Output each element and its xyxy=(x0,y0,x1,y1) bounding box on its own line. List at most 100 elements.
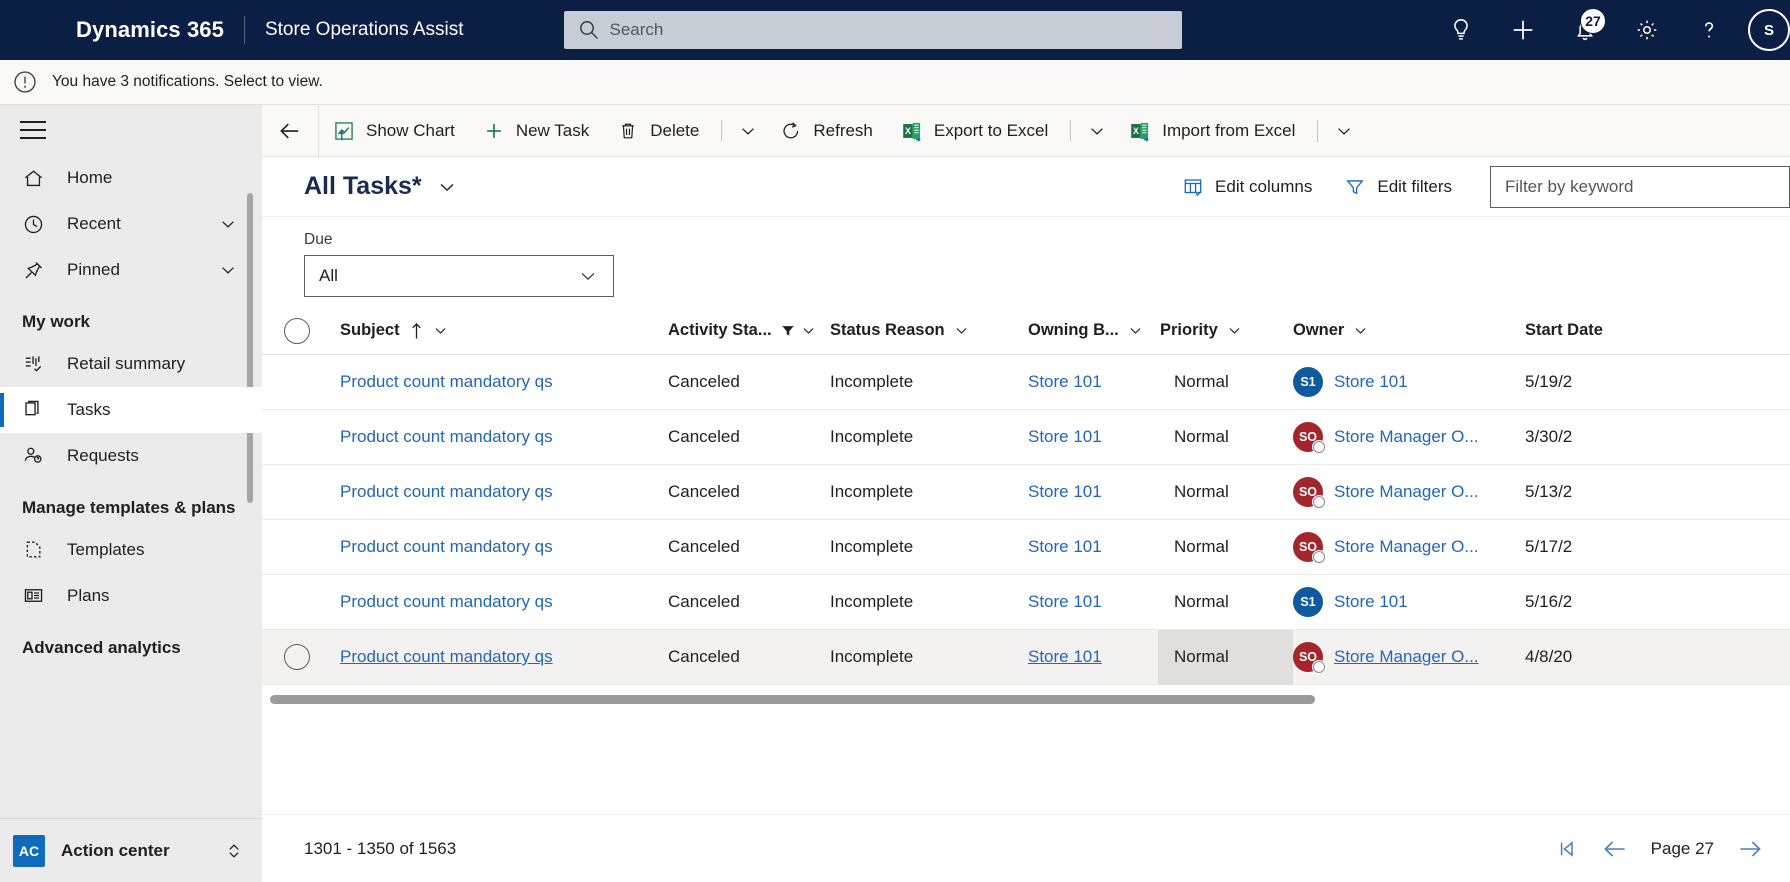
cell-owning-business[interactable]: Store 101 xyxy=(1028,482,1158,502)
cell-owner[interactable]: S1 Store 101 xyxy=(1293,587,1525,617)
owner-link[interactable]: Store Manager O... xyxy=(1334,647,1479,667)
subject-link[interactable]: Product count mandatory qs xyxy=(340,482,553,502)
subject-link[interactable]: Product count mandatory qs xyxy=(340,647,553,667)
cell-owner[interactable]: SO Store Manager O... xyxy=(1293,532,1525,564)
due-filter-select[interactable]: All xyxy=(304,255,614,297)
cell-owning-business[interactable]: Store 101 xyxy=(1028,372,1158,392)
owner-link[interactable]: Store Manager O... xyxy=(1334,482,1479,502)
subject-link[interactable]: Product count mandatory qs xyxy=(340,427,553,447)
owning-business-link[interactable]: Store 101 xyxy=(1028,537,1102,557)
export-to-excel-button[interactable]: X Export to Excel xyxy=(887,105,1062,157)
sidebar-item-plans[interactable]: Plans xyxy=(0,573,262,619)
column-header-start-date[interactable]: Start Date xyxy=(1525,321,1725,340)
sidebar-item-pinned[interactable]: Pinned xyxy=(0,247,262,293)
owner-chip[interactable]: SO Store Manager O... xyxy=(1293,422,1479,454)
subject-link[interactable]: Product count mandatory qs xyxy=(340,592,553,612)
owner-chip[interactable]: S1 Store 101 xyxy=(1293,587,1408,617)
lightbulb-icon[interactable] xyxy=(1430,0,1492,60)
column-header-priority[interactable]: Priority xyxy=(1158,321,1293,340)
action-center-button[interactable]: AC Action center xyxy=(0,818,262,882)
chevron-down-icon[interactable] xyxy=(1127,322,1144,339)
subject-link[interactable]: Product count mandatory qs xyxy=(340,537,553,557)
show-chart-button[interactable]: Show Chart xyxy=(319,105,469,157)
subject-link[interactable]: Product count mandatory qs xyxy=(340,372,553,392)
scrollbar-thumb[interactable] xyxy=(270,694,1315,704)
chevron-down-icon[interactable] xyxy=(800,322,817,339)
arrow-left-icon[interactable] xyxy=(1601,837,1629,861)
sidebar-item-templates[interactable]: Templates xyxy=(0,527,262,573)
row-checkbox[interactable] xyxy=(262,644,332,670)
column-header-owning-business[interactable]: Owning B... xyxy=(1028,321,1158,340)
cell-owner[interactable]: SO Store Manager O... xyxy=(1293,422,1525,454)
sidebar-item-home[interactable]: Home xyxy=(0,155,262,201)
owning-business-link[interactable]: Store 101 xyxy=(1028,372,1102,392)
owner-chip[interactable]: SO Store Manager O... xyxy=(1293,477,1479,509)
cell-subject[interactable]: Product count mandatory qs xyxy=(332,537,668,557)
gear-icon[interactable] xyxy=(1616,0,1678,60)
cell-owning-business[interactable]: Store 101 xyxy=(1028,647,1158,667)
view-title[interactable]: All Tasks* xyxy=(304,172,422,201)
sidebar-item-requests[interactable]: Requests xyxy=(0,433,262,479)
notification-bar[interactable]: You have 3 notifications. Select to view… xyxy=(0,60,1790,105)
table-row[interactable]: Product count mandatory qs Canceled Incomp… xyxy=(262,520,1790,575)
table-row[interactable]: Product count mandatory qs Canceled Incomp… xyxy=(262,410,1790,465)
arrow-right-icon[interactable] xyxy=(1736,837,1764,861)
table-row[interactable]: Product count mandatory qs Canceled Incomp… xyxy=(262,629,1790,685)
new-task-button[interactable]: New Task xyxy=(469,105,603,157)
cell-subject[interactable]: Product count mandatory qs xyxy=(332,427,668,447)
import-from-excel-button[interactable]: X Import from Excel xyxy=(1115,105,1309,157)
search-input[interactable] xyxy=(609,20,1168,40)
chevron-down-icon[interactable] xyxy=(1226,322,1243,339)
user-avatar[interactable]: S xyxy=(1748,9,1790,51)
back-arrow-icon[interactable] xyxy=(262,105,318,157)
table-row[interactable]: Product count mandatory qs Canceled Incomp… xyxy=(262,465,1790,520)
owning-business-link[interactable]: Store 101 xyxy=(1028,482,1102,502)
table-row[interactable]: Product count mandatory qs Canceled Incomp… xyxy=(262,575,1790,630)
cell-owning-business[interactable]: Store 101 xyxy=(1028,537,1158,557)
cell-subject[interactable]: Product count mandatory qs xyxy=(332,592,668,612)
global-search-box[interactable] xyxy=(563,11,1182,49)
owning-business-link[interactable]: Store 101 xyxy=(1028,647,1102,667)
cell-owning-business[interactable]: Store 101 xyxy=(1028,592,1158,612)
cell-owner[interactable]: SO Store Manager O... xyxy=(1293,477,1525,509)
cell-owner[interactable]: S1 Store 101 xyxy=(1293,367,1525,397)
sitemap-hamburger-icon[interactable] xyxy=(0,105,262,155)
bell-icon[interactable]: 27 xyxy=(1554,0,1616,60)
table-row[interactable]: Product count mandatory qs Canceled Incomp… xyxy=(262,355,1790,410)
column-header-activity-status[interactable]: Activity Sta... xyxy=(668,321,830,340)
row-select-circle[interactable] xyxy=(284,644,310,670)
sidebar-item-retail-summary[interactable]: Retail summary xyxy=(0,341,262,387)
filter-keyword-input[interactable] xyxy=(1505,176,1775,197)
owner-chip[interactable]: SO Store Manager O... xyxy=(1293,642,1479,674)
export-overflow-chevron-down-icon[interactable] xyxy=(1079,105,1115,157)
owning-business-link[interactable]: Store 101 xyxy=(1028,592,1102,612)
sidebar-item-recent[interactable]: Recent xyxy=(0,201,262,247)
chevron-updown-icon[interactable] xyxy=(224,840,244,862)
app-name[interactable]: Store Operations Assist xyxy=(265,19,464,41)
edit-columns-button[interactable]: Edit columns xyxy=(1166,176,1328,198)
chevron-down-icon[interactable] xyxy=(218,260,238,280)
chevron-down-icon[interactable] xyxy=(218,214,238,234)
question-icon[interactable] xyxy=(1678,0,1740,60)
view-selector-chevron-down-icon[interactable] xyxy=(436,176,458,198)
cell-owner[interactable]: SO Store Manager O... xyxy=(1293,642,1525,674)
filter-by-keyword-box[interactable] xyxy=(1490,165,1790,208)
page-first-icon[interactable] xyxy=(1555,837,1579,861)
product-brand[interactable]: Dynamics 365 xyxy=(76,17,224,43)
owner-link[interactable]: Store Manager O... xyxy=(1334,537,1479,557)
sidebar-item-tasks[interactable]: Tasks xyxy=(0,386,262,433)
delete-overflow-chevron-down-icon[interactable] xyxy=(730,105,766,157)
owner-link[interactable]: Store Manager O... xyxy=(1334,427,1479,447)
import-overflow-chevron-down-icon[interactable] xyxy=(1326,105,1362,157)
chevron-down-icon[interactable] xyxy=(953,322,970,339)
edit-filters-button[interactable]: Edit filters xyxy=(1328,176,1468,198)
column-header-owner[interactable]: Owner xyxy=(1293,321,1525,340)
owning-business-link[interactable]: Store 101 xyxy=(1028,427,1102,447)
grid-horizontal-scrollbar[interactable] xyxy=(262,685,1790,713)
chevron-down-icon[interactable] xyxy=(1352,322,1369,339)
cell-owning-business[interactable]: Store 101 xyxy=(1028,427,1158,447)
owner-chip[interactable]: S1 Store 101 xyxy=(1293,367,1408,397)
cell-subject[interactable]: Product count mandatory qs xyxy=(332,482,668,502)
owner-link[interactable]: Store 101 xyxy=(1334,372,1408,392)
select-all-checkbox[interactable] xyxy=(262,317,332,344)
